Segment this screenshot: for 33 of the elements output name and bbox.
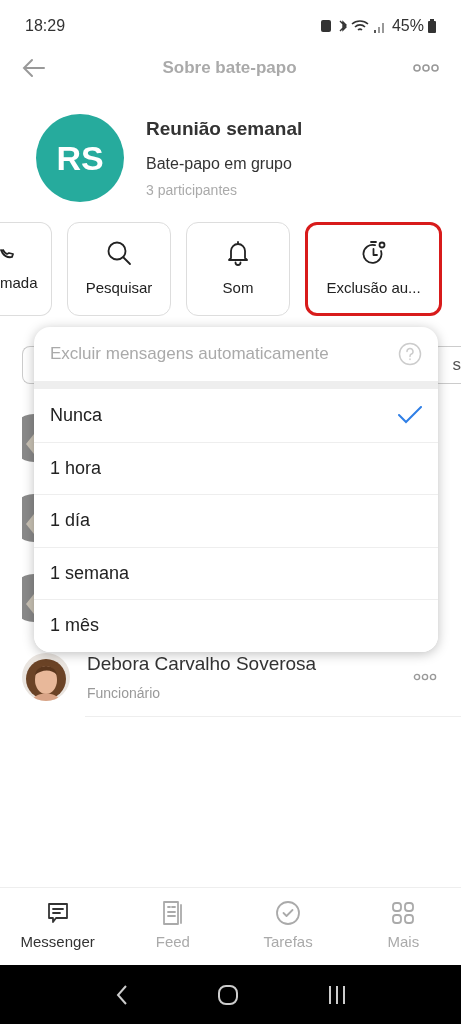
chat-name: Reunião semanal <box>146 117 303 142</box>
menu-option[interactable]: 1 hora <box>34 441 438 494</box>
member-role: Funcionário <box>87 683 162 703</box>
action-button[interactable]: Pesquisar <box>67 222 171 316</box>
menu-title: Excluir mensagens automaticamente <box>50 343 329 366</box>
more-options-button[interactable] <box>413 672 437 681</box>
nav-tab[interactable]: Messenger <box>7 899 108 954</box>
check-circle-icon <box>274 899 303 928</box>
help-icon[interactable] <box>398 342 422 366</box>
status-time: 18:29 <box>25 16 66 36</box>
member-name: Debora Carvalho Soverosa <box>87 652 318 676</box>
home-button[interactable] <box>217 984 238 1005</box>
more-options-button[interactable] <box>413 63 439 73</box>
notification-icon <box>320 20 331 32</box>
action-button[interactable]: Som <box>186 222 290 316</box>
battery-icon <box>428 19 436 33</box>
system-back-button[interactable] <box>114 983 129 1006</box>
menu-option[interactable]: 1 mês <box>34 599 438 652</box>
action-button[interactable]: Exclusão au... <box>305 222 442 316</box>
participant-count: 3 participantes <box>146 180 239 200</box>
signal-icon <box>373 23 384 33</box>
action-button[interactable]: mada <box>0 222 52 316</box>
recent-apps-button[interactable] <box>326 984 347 1005</box>
chat-type: Bate-papo em grupo <box>146 153 293 174</box>
wifi-icon <box>351 20 369 31</box>
group-avatar: RS <box>36 114 124 202</box>
battery-percentage: 45% <box>391 16 424 36</box>
screen-title: Sobre bate-papo <box>162 57 297 80</box>
menu-option[interactable]: 1 semana <box>34 546 438 599</box>
menu-option[interactable]: 1 día <box>34 494 438 547</box>
menu-option[interactable]: Nunca <box>34 389 438 442</box>
back-button[interactable] <box>22 58 46 78</box>
checkmark-icon <box>398 406 422 425</box>
